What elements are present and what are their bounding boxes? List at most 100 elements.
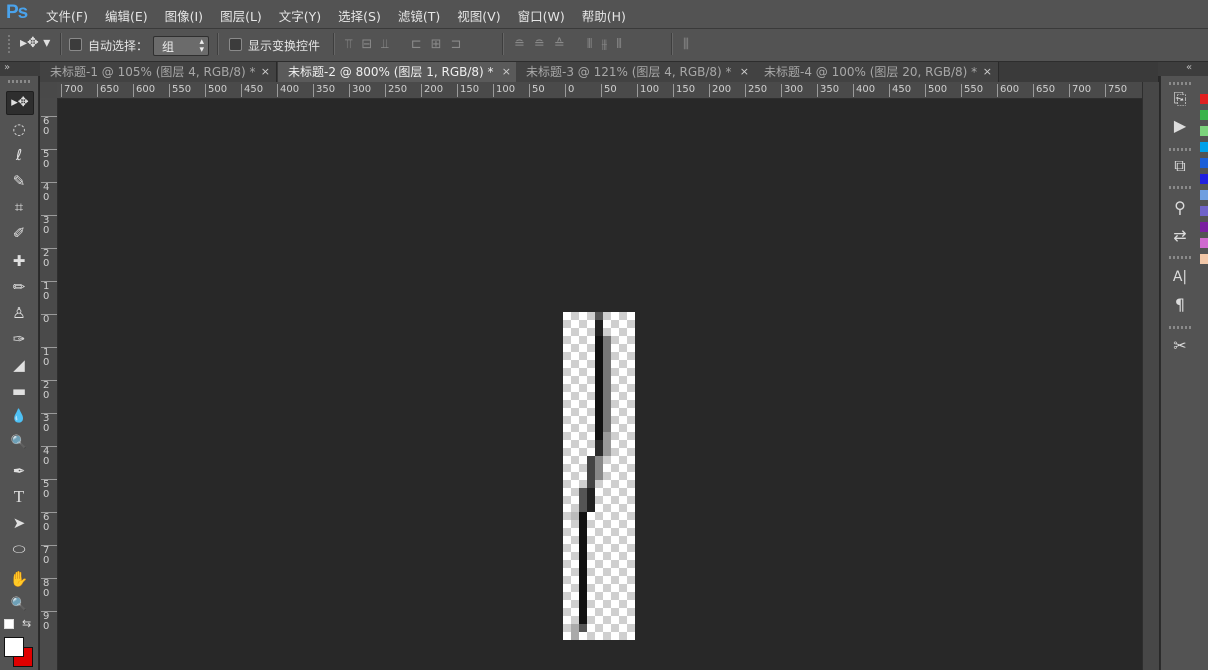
eraser-tool-icon[interactable]: ◢ — [6, 354, 32, 376]
lasso-tool-icon[interactable]: ℓ — [6, 144, 32, 166]
close-icon[interactable]: × — [983, 62, 992, 82]
ruler-tick-label: 600 — [997, 84, 1019, 97]
vertical-scrollbar[interactable] — [1142, 82, 1159, 670]
tab-doc-2[interactable]: 未标题-2 @ 800% (图层 1, RGB/8) * × — [278, 62, 518, 82]
color-swatch[interactable] — [1200, 126, 1208, 136]
tab-doc-1[interactable]: 未标题-1 @ 105% (图层 4, RGB/8) * × — [40, 62, 277, 82]
menu-type[interactable]: 文字(Y) — [279, 6, 321, 25]
menu-layer[interactable]: 图层(L) — [220, 6, 262, 25]
distribute-vcenter-icon[interactable]: ≘ — [534, 37, 554, 52]
document-canvas[interactable] — [563, 312, 635, 640]
menu-help[interactable]: 帮助(H) — [582, 6, 626, 25]
options-grip[interactable] — [8, 35, 10, 55]
panel-grip[interactable] — [1169, 326, 1191, 329]
move-tool-icon[interactable]: ▸✥ — [6, 91, 34, 115]
close-icon[interactable]: × — [502, 62, 511, 82]
align-hcenter-icon[interactable]: ⊞ — [431, 37, 451, 52]
blur-tool-icon[interactable]: 💧 — [6, 406, 32, 428]
zoom-tool-icon[interactable]: 🔍 — [6, 594, 32, 616]
marquee-tool-icon[interactable]: ◌ — [6, 118, 32, 140]
tab-doc-4[interactable]: 未标题-4 @ 100% (图层 20, RGB/8) * × — [754, 62, 999, 82]
align-left-icon[interactable]: ⊏ — [411, 37, 431, 52]
tab-label: 未标题-3 @ 121% (图层 4, RGB/8) * — [526, 65, 732, 79]
tool-presets-icon[interactable]: ⇄ — [1167, 225, 1193, 247]
default-colors-icon[interactable] — [4, 619, 14, 629]
color-swatch[interactable] — [1200, 238, 1208, 248]
align-right-icon[interactable]: ⊐ — [451, 37, 471, 52]
panel-grip[interactable] — [1169, 148, 1191, 151]
toolbar-grip[interactable] — [8, 80, 30, 83]
distribute-bottom-icon[interactable]: ≙ — [554, 37, 574, 52]
menu-file[interactable]: 文件(F) — [46, 6, 88, 25]
crop-tool-icon[interactable]: ⌗ — [6, 196, 32, 218]
actions-icon[interactable]: ▶ — [1167, 115, 1193, 137]
auto-select-checkbox[interactable] — [69, 38, 82, 51]
menu-select[interactable]: 选择(S) — [338, 6, 381, 25]
character-icon[interactable]: A| — [1167, 266, 1193, 288]
align-bottom-icon[interactable]: ⫫ — [381, 37, 397, 52]
type-tool-icon[interactable]: T — [6, 486, 32, 508]
quick-select-tool-icon[interactable]: ✎ — [6, 170, 32, 192]
foreground-color-swatch[interactable] — [4, 637, 24, 657]
gradient-tool-icon[interactable]: ▬ — [6, 380, 32, 402]
stroke-pixel — [571, 624, 579, 640]
menu-window[interactable]: 窗口(W) — [518, 6, 565, 25]
ruler-origin[interactable] — [40, 82, 58, 99]
panel-grip[interactable] — [1169, 186, 1191, 189]
color-swatch[interactable] — [1200, 110, 1208, 120]
distribute-hcenter-icon[interactable]: ⫵ — [601, 37, 616, 52]
menu-filter[interactable]: 滤镜(T) — [398, 6, 440, 25]
color-swatch[interactable] — [1200, 254, 1208, 264]
horizontal-ruler[interactable]: 700 650 600 550 500 450 400 350 300 250 200 150 100 5… — [57, 82, 1142, 99]
brush-presets-icon[interactable]: ⚲ — [1167, 197, 1193, 219]
show-transform-checkbox[interactable] — [229, 38, 242, 51]
separator — [671, 33, 673, 55]
brush-tool-icon[interactable]: ✏ — [6, 276, 32, 298]
healing-tool-icon[interactable]: ✚ — [6, 250, 32, 272]
collapse-icon[interactable]: » — [4, 62, 10, 73]
color-swatch[interactable] — [1200, 158, 1208, 168]
color-swatch[interactable] — [1200, 94, 1208, 104]
align-vcenter-icon[interactable]: ⊟ — [361, 37, 381, 52]
dodge-tool-icon[interactable]: 🔍 — [6, 432, 32, 454]
tools-icon[interactable]: ✂ — [1167, 335, 1193, 357]
stamp-tool-icon[interactable]: ♙ — [6, 302, 32, 324]
menu-edit[interactable]: 编辑(E) — [105, 6, 148, 25]
menu-image[interactable]: 图像(I) — [165, 6, 203, 25]
shape-tool-icon[interactable]: ⬭ — [6, 538, 32, 560]
path-select-tool-icon[interactable]: ➤ — [6, 512, 32, 534]
distribute-left-icon[interactable]: ⫴ — [587, 37, 601, 52]
color-swatch[interactable] — [1200, 206, 1208, 216]
stroke-pixel — [579, 488, 587, 512]
eyedropper-tool-icon[interactable]: ✐ — [6, 222, 32, 244]
color-swatch[interactable] — [1200, 190, 1208, 200]
ruler-tick-label: 700 — [61, 84, 83, 97]
menu-view[interactable]: 视图(V) — [457, 6, 500, 25]
collapse-panels-icon[interactable]: « — [1186, 62, 1192, 73]
ruler-tick-label: 650 — [1033, 84, 1055, 97]
auto-align-icon[interactable]: ⫼ — [683, 37, 689, 52]
tab-doc-3[interactable]: 未标题-3 @ 121% (图层 4, RGB/8) * × — [516, 62, 756, 82]
close-icon[interactable]: × — [261, 62, 270, 82]
distribute-top-icon[interactable]: ≘ — [514, 37, 534, 52]
color-swatch[interactable] — [1200, 174, 1208, 184]
panel-grip[interactable] — [1169, 82, 1191, 85]
color-swatch[interactable] — [1200, 222, 1208, 232]
color-swatch[interactable] — [1200, 142, 1208, 152]
paragraph-icon[interactable]: ¶ — [1167, 294, 1193, 316]
distribute-right-icon[interactable]: ⫴ — [616, 37, 630, 52]
auto-select-target-select[interactable]: 组 ▴ ▾ — [153, 36, 209, 56]
hand-tool-icon[interactable]: ✋ — [6, 568, 32, 590]
swap-colors-icon[interactable]: ⇆ — [22, 617, 31, 630]
history-brush-tool-icon[interactable]: ✑ — [6, 328, 32, 350]
history-icon[interactable]: ⎘ — [1167, 88, 1193, 110]
move-tool-preset-icon[interactable]: ▸✥ ▾ — [20, 35, 50, 51]
close-icon[interactable]: × — [740, 62, 749, 82]
vertical-ruler[interactable]: 60 50 40 30 20 10 0 10 20 30 40 50 60 70 80 90 — [40, 98, 58, 670]
separator — [333, 33, 335, 55]
panel-grip[interactable] — [1169, 256, 1191, 259]
layer-comps-icon[interactable]: ⧉ — [1167, 155, 1193, 177]
align-top-icon[interactable]: ⫪ — [345, 37, 361, 52]
pen-tool-icon[interactable]: ✒ — [6, 460, 32, 482]
stroke-pixel — [579, 624, 587, 632]
